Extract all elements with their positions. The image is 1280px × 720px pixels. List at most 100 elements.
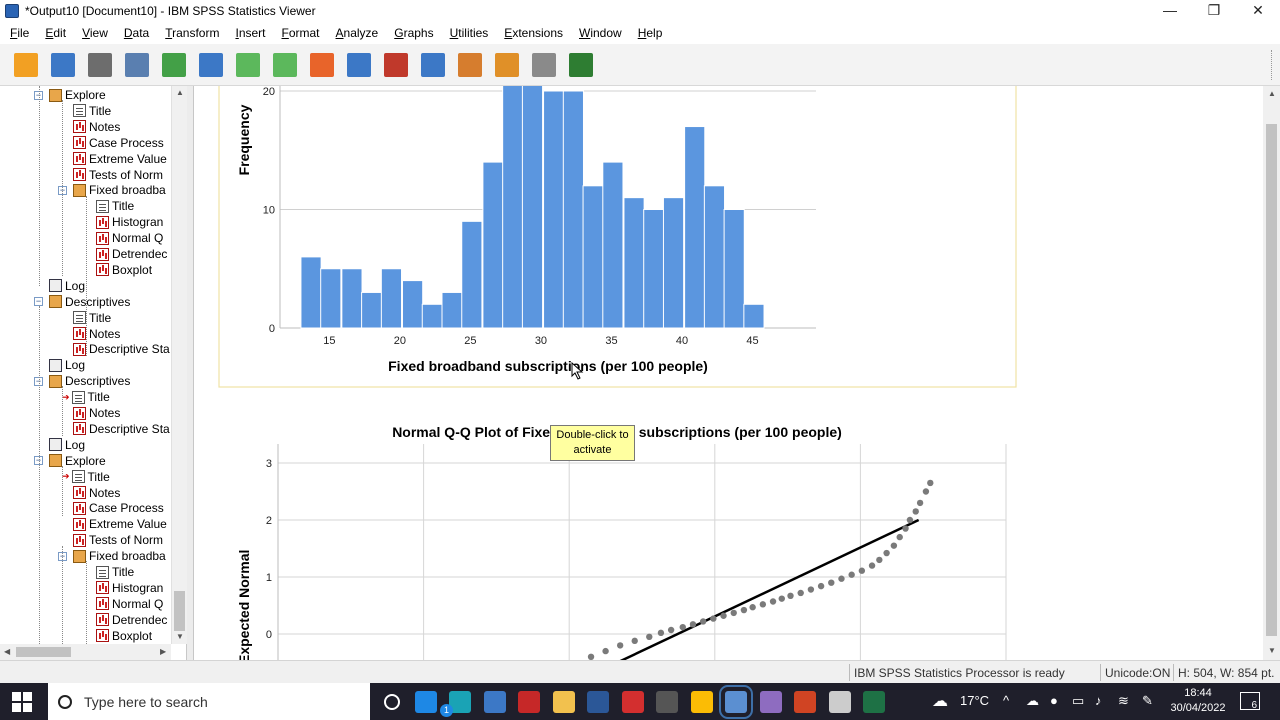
outline-item[interactable]: Notes (73, 119, 120, 135)
outline-item[interactable]: ➔ Title (62, 389, 110, 405)
windows-start-button[interactable] (12, 692, 32, 712)
store-icon[interactable] (483, 691, 506, 713)
mendeley-icon[interactable] (518, 691, 540, 713)
outline-item[interactable]: Notes (73, 485, 120, 501)
outline-vertical-scrollbar[interactable]: ▲ ▼ (171, 86, 187, 644)
outline-item[interactable]: Normal Q (96, 230, 163, 246)
eclipse-icon[interactable] (759, 691, 782, 713)
export-button[interactable] (158, 49, 190, 81)
goto-case-button[interactable] (343, 49, 375, 81)
notification-center-icon[interactable]: 6 (1240, 692, 1260, 711)
outline-item[interactable]: Histogran (96, 214, 163, 230)
file-explorer-icon[interactable] (552, 691, 575, 713)
show-hidden-icons-icon[interactable]: ^ (1003, 693, 1009, 708)
menu-data[interactable]: Data (116, 23, 157, 43)
close-button[interactable]: ✕ (1236, 0, 1280, 22)
outline-hscroll-thumb[interactable] (16, 647, 71, 657)
create-edit-autoscript-button[interactable] (454, 49, 486, 81)
outline-item[interactable]: − Descriptives (34, 373, 130, 389)
outline-item[interactable]: Tests of Norm (73, 532, 163, 548)
menu-view[interactable]: View (74, 23, 116, 43)
pen-icon[interactable]: ✎ (1142, 693, 1153, 709)
scroll-up-icon[interactable]: ▲ (1268, 89, 1276, 98)
word-icon[interactable] (587, 691, 609, 713)
menu-insert[interactable]: Insert (227, 23, 273, 43)
outline-item[interactable]: − Fixed broadba (58, 182, 166, 198)
outline-item[interactable]: Detrendec (96, 612, 167, 628)
outline-item[interactable]: Title (73, 310, 111, 326)
outline-vscroll-thumb[interactable] (174, 591, 185, 631)
outline-item[interactable]: Title (73, 103, 111, 119)
outline-item[interactable]: − Fixed broadba (58, 548, 166, 564)
outline-item[interactable]: Extreme Value (73, 516, 167, 532)
scroll-left-icon[interactable]: ◀ (4, 647, 10, 656)
menu-extensions[interactable]: Extensions (496, 23, 571, 43)
spss-icon[interactable] (719, 685, 753, 719)
outline-item[interactable]: Log (49, 357, 85, 373)
weather-temperature[interactable]: 17°C (960, 693, 989, 708)
content-vscroll-thumb[interactable] (1266, 124, 1277, 636)
onedrive-icon[interactable]: ☁ (1026, 693, 1039, 709)
menu-edit[interactable]: Edit (37, 23, 74, 43)
print-preview-button[interactable] (121, 49, 153, 81)
outline-item[interactable]: Normal Q (96, 596, 163, 612)
redo-button[interactable] (269, 49, 301, 81)
goto-data-button[interactable] (306, 49, 338, 81)
battery-icon[interactable]: ▭ (1072, 693, 1084, 709)
outline-item[interactable]: Detrendec (96, 246, 167, 262)
menu-window[interactable]: Window (571, 23, 630, 43)
variables-button[interactable] (417, 49, 449, 81)
outline-item[interactable]: Title (96, 198, 134, 214)
designate-window-button[interactable] (528, 49, 560, 81)
volume-icon[interactable]: ♪ (1095, 693, 1102, 708)
outline-item[interactable]: − Descriptives (34, 294, 130, 310)
outline-item[interactable]: Boxplot (96, 262, 152, 278)
chrome-icon[interactable] (690, 691, 713, 713)
content-vertical-scrollbar[interactable]: ▲ ▼ (1263, 86, 1280, 660)
outline-item[interactable]: Log (49, 437, 85, 453)
outline-item[interactable]: Notes (73, 405, 120, 421)
menu-format[interactable]: Format (274, 23, 328, 43)
run-script-button[interactable] (491, 49, 523, 81)
collapse-toggle-icon[interactable]: − (34, 297, 43, 307)
undo-button[interactable] (232, 49, 264, 81)
acrobat-icon[interactable] (621, 691, 644, 713)
outline-item[interactable]: Descriptive Sta (73, 341, 170, 357)
menu-help[interactable]: Help (630, 23, 671, 43)
mail-icon[interactable] (414, 691, 437, 713)
open-button[interactable] (10, 49, 42, 81)
menu-analyze[interactable]: Analyze (328, 23, 387, 43)
powerpoint-icon[interactable] (794, 691, 816, 713)
menu-file[interactable]: File (2, 23, 37, 43)
outline-item[interactable]: Tests of Norm (73, 167, 163, 183)
outline-item[interactable]: − Explore (34, 87, 106, 103)
restore-button[interactable]: ❐ (1192, 0, 1236, 22)
calculator-icon[interactable] (656, 691, 678, 713)
goto-variable-button[interactable] (380, 49, 412, 81)
outline-item[interactable]: − Explore (34, 453, 106, 469)
outline-item[interactable]: Case Process (73, 500, 164, 516)
app-icon[interactable] (828, 691, 851, 713)
minimize-button[interactable]: — (1148, 0, 1192, 22)
outline-item[interactable]: Notes (73, 326, 120, 342)
add-button[interactable] (565, 49, 597, 81)
outline-item[interactable]: Extreme Value (73, 151, 167, 167)
save-button[interactable] (47, 49, 79, 81)
cortana-icon[interactable] (384, 694, 400, 710)
scroll-up-icon[interactable]: ▲ (176, 88, 184, 97)
menu-graphs[interactable]: Graphs (386, 23, 441, 43)
scroll-down-icon[interactable]: ▼ (1268, 646, 1276, 655)
menu-utilities[interactable]: Utilities (442, 23, 497, 43)
scroll-right-icon[interactable]: ▶ (160, 647, 166, 656)
print-button[interactable] (84, 49, 116, 81)
outline-item[interactable]: Log (49, 278, 85, 294)
outline-item[interactable]: Histogran (96, 580, 163, 596)
menu-transform[interactable]: Transform (157, 23, 227, 43)
outline-item[interactable]: Title (96, 564, 134, 580)
outline-item[interactable]: Descriptive Sta (73, 421, 170, 437)
outline-item[interactable]: Case Process (73, 135, 164, 151)
recall-dialog-button[interactable] (195, 49, 227, 81)
outline-item[interactable]: Boxplot (96, 628, 152, 644)
wifi-icon[interactable]: ≋ (1118, 693, 1129, 709)
outline-item[interactable]: ➔ Title (62, 469, 110, 485)
